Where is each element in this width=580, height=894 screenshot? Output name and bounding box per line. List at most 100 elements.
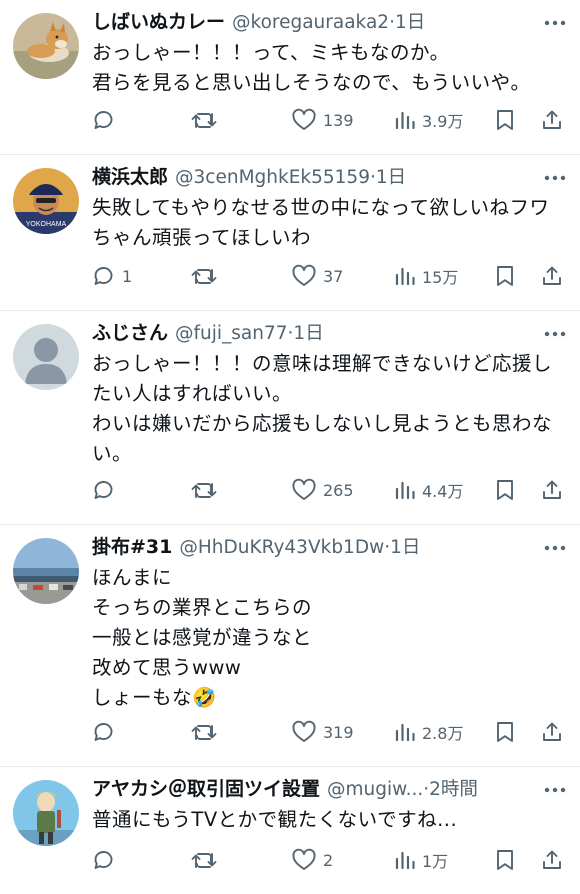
retweet-button[interactable] [190, 848, 224, 872]
tweet-text: おっしゃー！！！の意味は理解できないけど応援したい人はすればいい。 わいは嫌いだ… [92, 352, 553, 465]
tweet-text: 失敗してもやりなせる世の中になって欲しいねフワちゃん頑張ってほしいわ [92, 196, 550, 249]
like-button[interactable]: 265 [291, 478, 354, 502]
like-count: 2 [323, 850, 334, 870]
display-name[interactable]: 掛布#31 [92, 533, 172, 561]
share-icon [543, 110, 561, 129]
views-button[interactable]: 2.8万 [394, 720, 463, 744]
views-button[interactable]: 4.4万 [394, 478, 463, 502]
user-handle[interactable]: @koregauraaka2 [232, 9, 389, 37]
tweet-text: おっしゃー！！！って、ミキもなのか。 君らを見ると思い出しそうなので、もういいや… [92, 41, 531, 94]
tweet-text: 普通にもうTVとかで観たくないですね... [92, 808, 458, 831]
views-count: 15万 [422, 268, 459, 287]
like-button[interactable]: 319 [291, 720, 354, 744]
bookmark-button[interactable] [494, 720, 516, 744]
views-button[interactable]: 3.9万 [394, 108, 463, 132]
avatar[interactable] [13, 780, 79, 846]
svg-text:YOKOHAMA: YOKOHAMA [26, 221, 67, 228]
avatar[interactable] [13, 13, 79, 79]
retweet-icon [191, 483, 217, 498]
share-button[interactable] [540, 478, 564, 502]
timestamp[interactable]: 2時間 [429, 776, 478, 804]
timestamp[interactable]: 1日 [390, 534, 420, 562]
views-count: 3.9万 [422, 112, 464, 131]
reply-button[interactable] [92, 108, 122, 132]
more-icon[interactable] [544, 541, 566, 555]
reply-count: 1 [122, 266, 133, 286]
bookmark-button[interactable] [494, 108, 516, 132]
tweet[interactable]: しばいぬカレー @koregauraaka2 · 1日 おっしゃー！！！って、ミ… [0, 0, 580, 155]
display-name[interactable]: ふじさん [92, 319, 168, 347]
like-icon [292, 264, 316, 286]
bookmark-button[interactable] [494, 848, 516, 872]
reply-icon [94, 111, 113, 129]
display-name[interactable]: 横浜太郎 [92, 163, 168, 191]
views-count: 1万 [422, 852, 449, 871]
more-icon[interactable] [544, 327, 566, 341]
like-count: 265 [323, 480, 354, 500]
reply-icon [94, 267, 113, 285]
views-icon [395, 111, 415, 130]
retweet-icon [191, 269, 217, 284]
retweet-icon [191, 113, 217, 128]
like-icon [292, 720, 316, 742]
bookmark-icon [497, 722, 513, 742]
action-bar: 319 2.8万 [92, 717, 566, 747]
user-handle[interactable]: @HhDuKRy43Vkb1Dw [179, 534, 384, 562]
retweet-icon [191, 853, 217, 868]
views-count: 2.8万 [422, 724, 464, 743]
share-icon [543, 722, 561, 741]
retweet-button[interactable] [190, 108, 224, 132]
action-bar: 1 37 15万 [92, 261, 566, 291]
like-count: 139 [323, 110, 354, 130]
like-count: 319 [323, 722, 354, 742]
reply-button[interactable] [92, 478, 122, 502]
retweet-button[interactable] [190, 478, 224, 502]
views-button[interactable]: 1万 [394, 848, 448, 872]
user-handle[interactable]: @fuji_san77 [175, 320, 288, 348]
share-button[interactable] [540, 108, 564, 132]
views-button[interactable]: 15万 [394, 264, 458, 288]
user-handle[interactable]: @mugiw... [327, 776, 423, 804]
reply-icon [94, 723, 113, 741]
timestamp[interactable]: 1日 [395, 9, 425, 37]
share-button[interactable] [540, 848, 564, 872]
views-icon [395, 723, 415, 742]
bookmark-button[interactable] [494, 478, 516, 502]
timestamp[interactable]: 1日 [376, 164, 406, 192]
bookmark-icon [497, 110, 513, 130]
tweet[interactable]: YOKOHAMA 横浜太郎 @3cenMghkEk55159 · 1日 失敗して… [0, 155, 580, 311]
like-icon [292, 478, 316, 500]
like-button[interactable]: 2 [291, 848, 333, 872]
user-handle[interactable]: @3cenMghkEk55159 [175, 164, 370, 192]
more-icon[interactable] [544, 171, 566, 185]
more-icon[interactable] [544, 783, 566, 797]
like-icon [292, 108, 316, 130]
display-name[interactable]: アヤカシ＠取引固ツイ設置 [92, 775, 320, 803]
tweet[interactable]: 掛布#31 @HhDuKRy43Vkb1Dw · 1日 ほんまに そっちの業界と… [0, 525, 580, 767]
tweet[interactable]: アヤカシ＠取引固ツイ設置 @mugiw... · 2時間 普通にもうTVとかで観… [0, 767, 580, 894]
like-button[interactable]: 139 [291, 108, 354, 132]
reply-button[interactable]: 1 [92, 264, 132, 288]
bookmark-button[interactable] [494, 264, 516, 288]
bookmark-icon [497, 266, 513, 286]
avatar[interactable]: YOKOHAMA [13, 168, 79, 234]
avatar[interactable] [13, 538, 79, 604]
action-bar: 265 4.4万 [92, 475, 566, 505]
reply-button[interactable] [92, 848, 122, 872]
more-icon[interactable] [544, 16, 566, 30]
retweet-button[interactable] [190, 720, 224, 744]
timestamp[interactable]: 1日 [293, 320, 323, 348]
like-count: 37 [323, 266, 344, 286]
like-button[interactable]: 37 [291, 264, 343, 288]
tweet[interactable]: ふじさん @fuji_san77 · 1日 おっしゃー！！！の意味は理解できない… [0, 311, 580, 525]
display-name[interactable]: しばいぬカレー [92, 8, 225, 36]
timeline-feed: しばいぬカレー @koregauraaka2 · 1日 おっしゃー！！！って、ミ… [0, 0, 580, 894]
share-button[interactable] [540, 720, 564, 744]
retweet-button[interactable] [190, 264, 224, 288]
tweet-text: ほんまに そっちの業界とこちらの 一般とは感覚が違うなと 改めて思うwww しょ… [92, 566, 313, 709]
avatar[interactable] [13, 324, 79, 390]
share-button[interactable] [540, 264, 564, 288]
share-icon [543, 480, 561, 499]
share-icon [543, 850, 561, 869]
reply-button[interactable] [92, 720, 122, 744]
